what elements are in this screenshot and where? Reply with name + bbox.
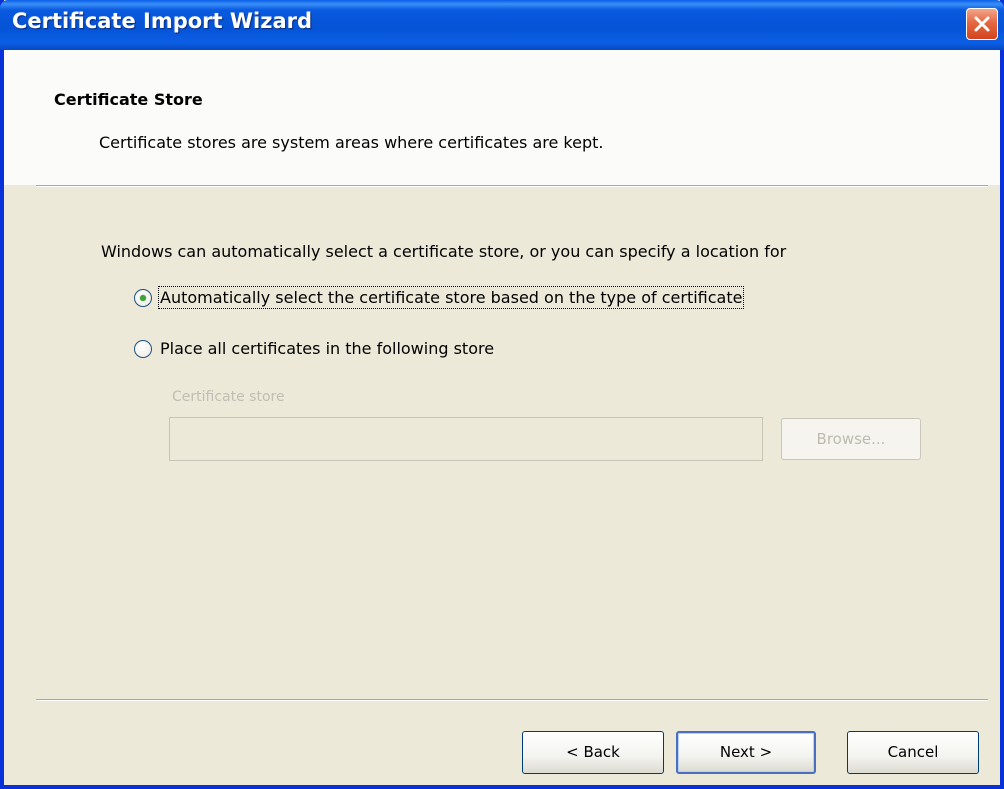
page-title: Certificate Store: [54, 90, 203, 109]
wizard-header: Certificate Store Certificate stores are…: [4, 50, 1000, 185]
auto-select-label[interactable]: Automatically select the certificate sto…: [157, 286, 745, 309]
close-icon: [974, 16, 990, 32]
window-title: Certificate Import Wizard: [12, 9, 313, 33]
wizard-body: Windows can automatically select a certi…: [4, 187, 1000, 697]
certificate-import-wizard-window: Certificate Import Wizard Certificate St…: [0, 0, 1004, 789]
footer-divider: [36, 699, 988, 701]
place-in-store-label[interactable]: Place all certificates in the following …: [160, 339, 494, 358]
certificate-store-field: [169, 417, 763, 461]
close-button[interactable]: [966, 8, 998, 40]
place-in-store-radio[interactable]: [134, 340, 152, 358]
intro-text: Windows can automatically select a certi…: [101, 242, 787, 261]
auto-select-radio[interactable]: [134, 289, 152, 307]
title-bar[interactable]: Certificate Import Wizard: [0, 0, 1004, 50]
cancel-button[interactable]: Cancel: [847, 731, 979, 774]
browse-button: Browse...: [781, 418, 921, 460]
back-button[interactable]: < Back: [522, 731, 664, 774]
certificate-store-label: Certificate store: [172, 389, 285, 405]
page-description: Certificate stores are system areas wher…: [99, 133, 604, 152]
next-button[interactable]: Next >: [676, 731, 816, 774]
